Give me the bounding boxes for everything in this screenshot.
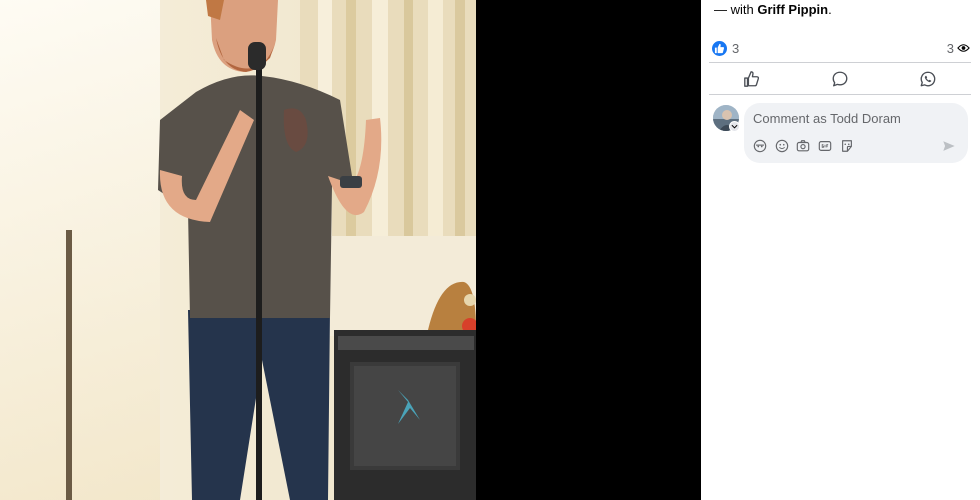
reaction-stats: 3 3 (712, 40, 970, 58)
like-action-button[interactable] (709, 63, 795, 94)
tag-suffix: . (828, 2, 832, 17)
whatsapp-share-button[interactable] (885, 63, 971, 94)
photo-viewer (0, 0, 701, 500)
camera-icon[interactable] (795, 138, 811, 154)
like-count[interactable]: 3 (732, 41, 739, 56)
avatar-sticker-icon[interactable] (752, 138, 768, 154)
post-actions (709, 63, 971, 94)
send-icon[interactable] (942, 139, 956, 153)
view-count: 3 (946, 41, 954, 56)
emoji-icon[interactable] (774, 138, 790, 154)
post-side-panel: — with Griff Pippin. 3 3 (701, 0, 980, 500)
thumbs-up-icon[interactable] (712, 41, 727, 56)
photo-image (0, 0, 476, 500)
divider (709, 94, 971, 95)
whatsapp-icon (920, 71, 936, 86)
sticker-icon[interactable] (839, 138, 855, 154)
tagged-people-line: — with Griff Pippin. (714, 2, 832, 17)
eye-icon (957, 44, 970, 52)
thumbs-up-outline-icon (744, 70, 760, 87)
tagged-person-link[interactable]: Griff Pippin (757, 2, 828, 17)
comment-action-button[interactable] (797, 63, 883, 94)
gif-icon[interactable] (817, 138, 833, 154)
comment-composer (744, 103, 968, 163)
speech-bubble-icon (832, 71, 848, 86)
chevron-down-icon[interactable] (729, 121, 740, 132)
comment-input[interactable] (753, 109, 953, 127)
post-photo[interactable] (0, 0, 476, 500)
tag-prefix: — with (714, 2, 758, 17)
